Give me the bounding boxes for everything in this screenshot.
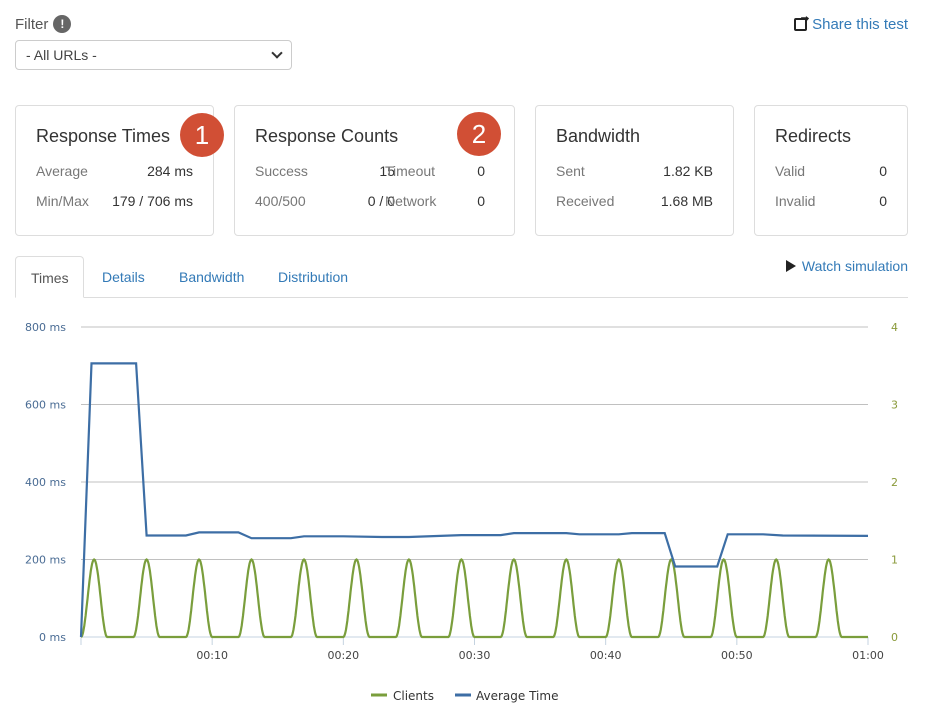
step-badge: 1 <box>180 113 224 157</box>
legend-label-average-time: Average Time <box>476 689 558 703</box>
timeout-value: 0 <box>477 163 485 179</box>
share-label: Share this test <box>812 16 908 33</box>
url-filter-value: - All URLs - <box>26 47 97 63</box>
step-badge: 2 <box>457 112 501 156</box>
y-left-tick-label: 600 ms <box>25 399 66 412</box>
x-tick-label: 00:30 <box>459 649 491 662</box>
valid-value: 0 <box>879 163 887 179</box>
y-left-tick-label: 0 ms <box>39 631 66 644</box>
x-tick-label: 00:20 <box>327 649 359 662</box>
minmax-label: Min/Max <box>36 193 89 209</box>
tab-times[interactable]: Times <box>15 256 84 298</box>
filter-label: Filter ! <box>15 15 72 33</box>
invalid-label: Invalid <box>775 193 816 209</box>
chart-tabs: Times Details Bandwidth Distribution <box>15 256 908 298</box>
y-left-tick-label: 200 ms <box>25 554 66 567</box>
x-tick-label: 00:40 <box>590 649 622 662</box>
sent-label: Sent <box>556 163 585 179</box>
y-right-tick-label: 1 <box>891 554 898 567</box>
chevron-down-icon <box>271 47 283 59</box>
y-left-tick-label: 400 ms <box>25 476 66 489</box>
play-icon <box>785 260 796 272</box>
minmax-value: 179 / 706 ms <box>112 193 193 209</box>
timeout-label: Timeout <box>385 163 436 179</box>
bandwidth-card: Bandwidth Sent 1.82 KB Received 1.68 MB <box>535 105 734 236</box>
tab-bandwidth[interactable]: Bandwidth <box>164 256 259 298</box>
average-label: Average <box>36 163 88 179</box>
x-tick-label: 00:50 <box>721 649 753 662</box>
info-icon[interactable]: ! <box>53 15 72 33</box>
response-times-card: Response Times 1 Average 284 ms Min/Max … <box>15 105 224 236</box>
success-label: Success <box>255 163 308 179</box>
y-right-tick-label: 3 <box>891 399 898 412</box>
x-tick-label: 01:00 <box>852 649 884 662</box>
received-label: Received <box>556 193 615 209</box>
y-right-tick-label: 4 <box>891 321 898 334</box>
tab-details[interactable]: Details <box>87 256 160 298</box>
card-title: Response Counts <box>255 126 399 146</box>
watch-simulation-link[interactable]: Watch simulation <box>785 258 908 274</box>
card-title: Redirects <box>775 126 852 146</box>
y-left-tick-label: 800 ms <box>25 321 66 334</box>
invalid-value: 0 <box>879 193 887 209</box>
chart-legend: Clients Average Time <box>371 689 558 703</box>
card-title: Bandwidth <box>556 126 641 146</box>
watch-label: Watch simulation <box>801 258 908 274</box>
average-value: 284 ms <box>147 163 193 179</box>
response-time-chart: 0 ms 200 ms 400 ms 600 ms 800 ms 0 1 2 3 4 00:10… <box>25 321 898 703</box>
x-tick-label: 00:10 <box>196 649 228 662</box>
redirects-card: Redirects Valid 0 Invalid 0 <box>754 105 908 236</box>
network-label: Network <box>385 193 437 209</box>
clients-series-line <box>80 558 868 639</box>
share-square-icon <box>794 18 808 31</box>
valid-label: Valid <box>775 163 806 179</box>
response-counts-card: Response Counts 2 Success 15 Timeout 0 4… <box>234 105 515 236</box>
share-test-link[interactable]: Share this test <box>794 16 908 33</box>
sent-value: 1.82 KB <box>663 163 713 179</box>
errors-label: 400/500 <box>255 193 306 209</box>
y-right-tick-label: 0 <box>891 631 898 644</box>
network-value: 0 <box>477 193 485 209</box>
tab-distribution[interactable]: Distribution <box>263 256 363 298</box>
card-title: Response Times <box>36 126 171 146</box>
received-value: 1.68 MB <box>660 193 713 209</box>
filter-label-text: Filter <box>15 15 49 33</box>
y-right-tick-label: 2 <box>891 476 898 489</box>
legend-label-clients: Clients <box>393 689 434 703</box>
url-filter-select[interactable]: - All URLs - <box>15 40 292 70</box>
